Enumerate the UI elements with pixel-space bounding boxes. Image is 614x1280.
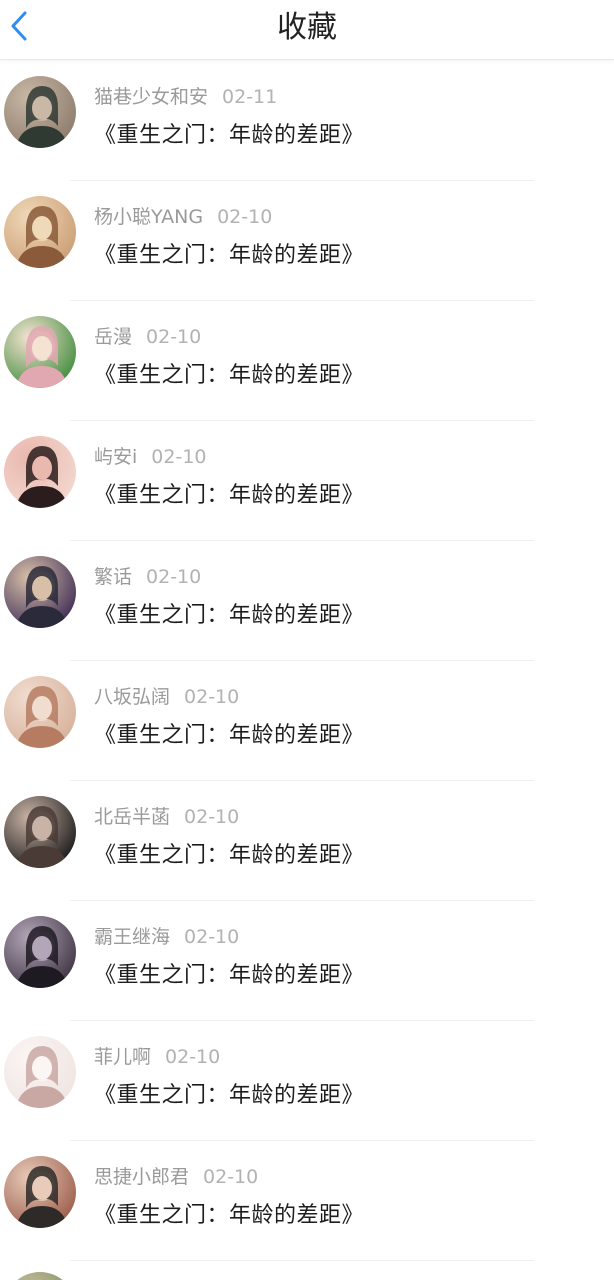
date: 02-10 bbox=[146, 566, 202, 588]
avatar[interactable] bbox=[4, 196, 76, 268]
avatar[interactable] bbox=[4, 1036, 76, 1108]
book-title[interactable]: 《重生之门：年龄的差距》 bbox=[94, 357, 364, 389]
user-name[interactable]: 屿安i bbox=[94, 446, 137, 468]
list-item[interactable]: 北岳半菡 02-10 《重生之门：年龄的差距》 bbox=[0, 781, 614, 901]
book-title[interactable]: 《重生之门：年龄的差距》 bbox=[94, 1077, 364, 1109]
user-name[interactable]: 思捷小郎君 bbox=[94, 1166, 189, 1188]
date: 02-10 bbox=[184, 926, 240, 948]
date: 02-10 bbox=[151, 446, 207, 468]
date: 02-10 bbox=[217, 206, 273, 228]
avatar[interactable] bbox=[4, 1156, 76, 1228]
user-name[interactable]: 霸王继海 bbox=[94, 926, 170, 948]
page-title: 收藏 bbox=[277, 10, 337, 45]
date: 02-11 bbox=[222, 86, 278, 108]
avatar[interactable] bbox=[4, 796, 76, 868]
book-title[interactable]: 《重生之门：年龄的差距》 bbox=[94, 477, 364, 509]
user-name[interactable]: 八坂弘阔 bbox=[94, 686, 170, 708]
user-name[interactable]: 岳漫 bbox=[94, 326, 132, 348]
user-name[interactable]: 杨小聪YANG bbox=[94, 206, 203, 228]
list-item[interactable]: 八坂弘阔 02-10 《重生之门：年龄的差距》 bbox=[0, 661, 614, 781]
date: 02-10 bbox=[146, 326, 202, 348]
book-title[interactable]: 《重生之门：年龄的差距》 bbox=[94, 117, 364, 149]
list-item[interactable]: 屿安i 02-10 《重生之门：年龄的差距》 bbox=[0, 421, 614, 541]
list-item[interactable]: 菲儿啊 02-10 《重生之门：年龄的差距》 bbox=[0, 1021, 614, 1141]
list-item[interactable]: 岳漫 02-10 《重生之门：年龄的差距》 bbox=[0, 301, 614, 421]
date: 02-10 bbox=[165, 1046, 221, 1068]
user-name[interactable]: 北岳半菡 bbox=[94, 806, 170, 828]
avatar[interactable] bbox=[4, 316, 76, 388]
book-title[interactable]: 《重生之门：年龄的差距》 bbox=[94, 837, 364, 869]
avatar[interactable] bbox=[4, 916, 76, 988]
list-item[interactable]: 思捷小郎君 02-10 《重生之门：年龄的差距》 bbox=[0, 1141, 614, 1261]
list-item-partial[interactable] bbox=[0, 1261, 614, 1280]
list-item[interactable]: 霸王继海 02-10 《重生之门：年龄的差距》 bbox=[0, 901, 614, 1021]
favorites-list: 猫巷少女和安 02-11 《重生之门：年龄的差距》 杨小聪YANG 02-10 《重… bbox=[0, 61, 614, 1261]
book-title[interactable]: 《重生之门：年龄的差距》 bbox=[94, 717, 364, 749]
user-name[interactable]: 菲儿啊 bbox=[94, 1046, 151, 1068]
user-name[interactable]: 猫巷少女和安 bbox=[94, 86, 208, 108]
book-title[interactable]: 《重生之门：年龄的差距》 bbox=[94, 237, 364, 269]
date: 02-10 bbox=[203, 1166, 259, 1188]
avatar[interactable] bbox=[4, 436, 76, 508]
list-item[interactable]: 猫巷少女和安 02-11 《重生之门：年龄的差距》 bbox=[0, 61, 614, 181]
avatar[interactable] bbox=[4, 1272, 76, 1280]
book-title[interactable]: 《重生之门：年龄的差距》 bbox=[94, 597, 364, 629]
avatar[interactable] bbox=[4, 676, 76, 748]
avatar[interactable] bbox=[4, 76, 76, 148]
book-title[interactable]: 《重生之门：年龄的差距》 bbox=[94, 1197, 364, 1229]
book-title[interactable]: 《重生之门：年龄的差距》 bbox=[94, 957, 364, 989]
list-item[interactable]: 繁话 02-10 《重生之门：年龄的差距》 bbox=[0, 541, 614, 661]
list-item[interactable]: 杨小聪YANG 02-10 《重生之门：年龄的差距》 bbox=[0, 181, 614, 301]
date: 02-10 bbox=[184, 806, 240, 828]
user-name[interactable]: 繁话 bbox=[94, 566, 132, 588]
avatar[interactable] bbox=[4, 556, 76, 628]
nav-bar: 收藏 bbox=[0, 0, 614, 60]
date: 02-10 bbox=[184, 686, 240, 708]
